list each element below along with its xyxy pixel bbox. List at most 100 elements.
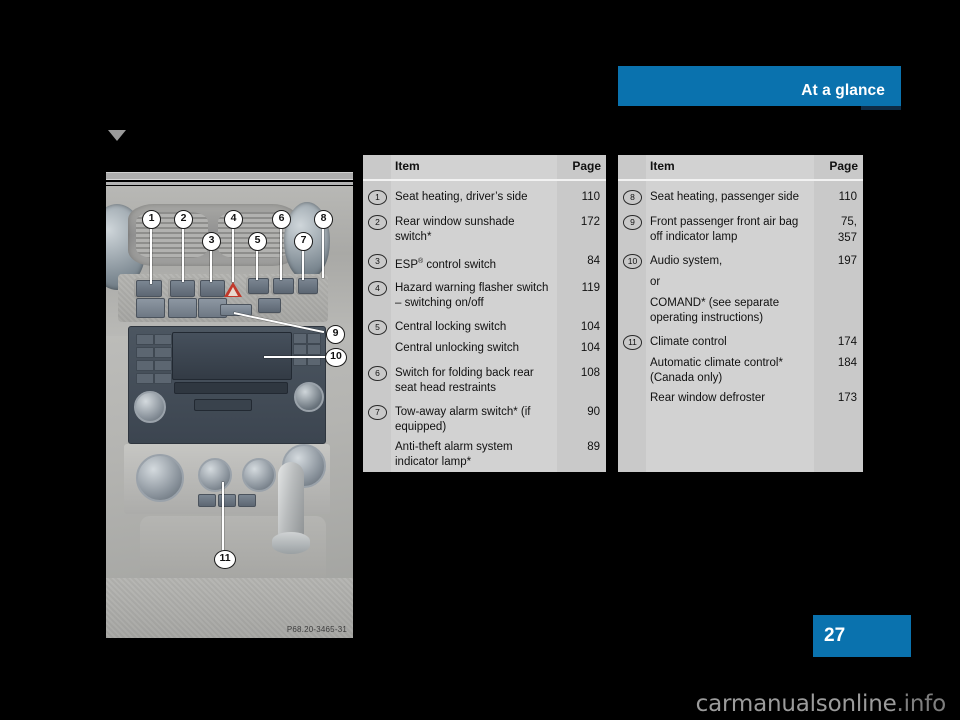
switch-seat-heating-passenger-button[interactable] xyxy=(258,298,281,313)
row-page-number: 172 xyxy=(580,216,600,228)
nav-button[interactable] xyxy=(154,347,172,358)
numpad-3[interactable] xyxy=(293,344,307,355)
climate-mode-knob[interactable] xyxy=(242,458,276,492)
leader-line-7 xyxy=(302,248,304,280)
table-row: or xyxy=(618,273,863,293)
gear-shifter[interactable] xyxy=(278,462,304,540)
row-item-number: 3 xyxy=(368,254,387,269)
row-item-label: Central unlocking switch xyxy=(395,341,520,354)
table-row: 11 Climate control 174 xyxy=(618,333,863,353)
row-item-number xyxy=(623,296,640,309)
row-item-label: Anti-theft alarm system indicator lamp* xyxy=(395,440,513,469)
leader-line-8 xyxy=(322,226,324,278)
row-item-number xyxy=(368,341,385,354)
leader-line-5 xyxy=(256,248,258,280)
row-item-number: 6 xyxy=(368,366,387,381)
leader-line-3 xyxy=(210,248,212,282)
table-right-header-item: Item xyxy=(650,159,675,173)
site-watermark: carmanualsonline.info xyxy=(0,691,947,717)
menu-button[interactable] xyxy=(136,373,154,384)
table-left-header-item: Item xyxy=(395,159,420,173)
table-left-header-page: Page xyxy=(572,159,601,173)
row-item-number: 10 xyxy=(623,254,642,269)
recirculation-button[interactable] xyxy=(218,494,236,507)
climate-left-temperature-knob[interactable] xyxy=(136,454,184,502)
callout-9: 9 xyxy=(326,325,345,344)
row-item-label: Rear window defroster xyxy=(650,391,766,404)
row-item-label: Audio system, xyxy=(650,254,723,267)
row-item-number xyxy=(623,391,640,404)
row-page-number: 174 xyxy=(837,336,857,348)
watermark-main: carmanualsonline xyxy=(695,691,897,717)
back-button[interactable] xyxy=(154,373,172,384)
numpad-2[interactable] xyxy=(307,333,321,344)
row-item-label: Seat heating, driver’s side xyxy=(395,190,528,203)
cd-button[interactable] xyxy=(136,347,154,358)
aux-button[interactable] xyxy=(154,360,172,371)
numpad-4[interactable] xyxy=(307,344,321,355)
header-shadow-strip xyxy=(861,106,901,110)
table-row: 1 Seat heating, driver’s side 110 xyxy=(363,188,606,208)
item-page-table-left: Item Page 1 Seat heating, driver’s side 11… xyxy=(363,155,606,472)
table-row: 7 Tow-away alarm switch* (if equipped) 90 xyxy=(363,403,606,437)
row-item-number: 5 xyxy=(368,320,387,335)
row-item-label: Hazard warning flasher switch – switchin… xyxy=(395,281,549,310)
figure-rule-top xyxy=(106,172,353,180)
callout-8: 8 xyxy=(314,210,333,229)
table-row: Rear window defroster 173 xyxy=(618,389,863,409)
watermark-suffix: .info xyxy=(896,691,947,717)
row-item-label: Automatic climate control* (Canada only) xyxy=(650,356,783,385)
table-left-rows: 1 Seat heating, driver’s side 110 2 Rear win… xyxy=(363,183,606,472)
leader-line-11 xyxy=(222,482,224,554)
switch-seat-heating-driver-button[interactable] xyxy=(136,280,162,297)
leader-line-1 xyxy=(150,226,152,284)
row-item-number: 8 xyxy=(623,190,642,205)
table-row: Central unlocking switch 104 xyxy=(363,339,606,359)
switch-blank-2[interactable] xyxy=(168,298,197,318)
table-right-header-page: Page xyxy=(829,159,858,173)
row-item-number: 1 xyxy=(368,190,387,205)
row-item-label: Rear window sunshade switch* xyxy=(395,215,515,244)
numpad-1[interactable] xyxy=(293,333,307,344)
cd-slot[interactable] xyxy=(174,382,288,394)
row-page-number: 108 xyxy=(580,367,600,380)
row-item-number xyxy=(623,356,640,369)
callout-1: 1 xyxy=(142,210,161,229)
tuning-knob[interactable] xyxy=(294,382,324,412)
row-item-number xyxy=(368,440,385,453)
callout-10: 10 xyxy=(325,348,347,367)
row-item-label: COMAND* (see separate operating instruct… xyxy=(650,296,780,325)
callout-7: 7 xyxy=(294,232,313,251)
table-left-header-separator xyxy=(363,179,606,181)
tel-button[interactable] xyxy=(136,360,154,371)
switch-rear-window-sunshade-button[interactable] xyxy=(170,280,195,297)
shifter-boot xyxy=(272,532,310,554)
row-item-number: 2 xyxy=(368,215,387,230)
callout-5: 5 xyxy=(248,232,267,251)
switch-blank-1[interactable] xyxy=(136,298,165,318)
table-row: COMAND* (see separate operating instruct… xyxy=(618,294,863,328)
row-page-number: 184 xyxy=(837,357,857,369)
climate-blower-knob[interactable] xyxy=(198,458,232,492)
figure-rule-bottom xyxy=(106,182,353,185)
row-page-number: 89 xyxy=(587,441,600,454)
row-page-number: 104 xyxy=(580,321,600,334)
ac-button[interactable] xyxy=(238,494,256,507)
switch-central-locking-button[interactable] xyxy=(248,278,269,294)
table-row: 3 ESP® control switch 84 xyxy=(363,252,606,274)
mute-button[interactable] xyxy=(154,334,172,345)
row-page-number: 119 xyxy=(581,282,600,295)
callout-3: 3 xyxy=(202,232,221,251)
page-number: 27 xyxy=(824,625,846,646)
switch-esp-control-button[interactable] xyxy=(200,280,225,297)
section-marker-triangle-icon xyxy=(108,130,126,141)
switch-folding-head-restraints-button[interactable] xyxy=(273,278,294,294)
volume-knob[interactable] xyxy=(134,391,166,423)
radio-button[interactable] xyxy=(136,334,154,345)
table-row: 5 Central locking switch 104 xyxy=(363,318,606,338)
switch-tow-away-alarm-button[interactable] xyxy=(298,278,318,294)
row-item-number xyxy=(623,275,640,288)
table-right-header-separator xyxy=(618,179,863,181)
row-page-number: 104 xyxy=(580,342,600,355)
rear-window-defroster-button[interactable] xyxy=(198,494,216,507)
